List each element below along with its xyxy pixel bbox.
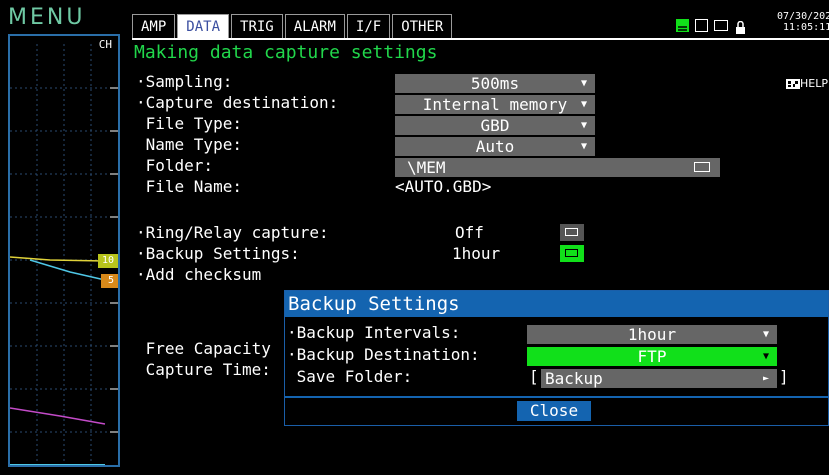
name-type-select[interactable]: Auto ▼ xyxy=(395,137,595,156)
help-label: HELP xyxy=(800,77,828,90)
add-checksum-label: ·Add checksum xyxy=(136,265,262,284)
backup-destination-label: ·Backup Destination: xyxy=(287,345,480,364)
tab-alarm[interactable]: ALARM xyxy=(284,14,345,39)
date-label: 07/30/2024 xyxy=(777,11,829,22)
ring-relay-label: ·Ring/Relay capture: xyxy=(136,223,329,242)
capture-destination-value: Internal memory xyxy=(422,95,568,114)
file-type-select[interactable]: GBD ▼ xyxy=(395,116,595,135)
menu-button[interactable]: MENU xyxy=(8,4,118,32)
monitor-icon xyxy=(714,19,728,31)
backup-settings-value: 1hour xyxy=(452,244,501,263)
close-button[interactable]: Close xyxy=(517,401,591,421)
tab-data[interactable]: DATA xyxy=(177,14,230,39)
page-title: Making data capture settings xyxy=(134,42,438,63)
file-type-label: File Type: xyxy=(136,114,242,133)
save-folder-field[interactable]: Backup ► xyxy=(541,369,777,388)
save-folder-value: Backup xyxy=(545,369,603,388)
chevron-down-icon: ▼ xyxy=(580,99,587,110)
memory-card-icon xyxy=(695,18,708,32)
chevron-down-icon: ▼ xyxy=(580,141,587,152)
tab-other[interactable]: OTHER xyxy=(392,14,453,39)
channel-label: CH xyxy=(98,38,112,51)
free-capacity-label: Free Capacity xyxy=(136,339,271,358)
folder-value: \MEM xyxy=(407,158,446,177)
dialog-separator xyxy=(285,396,828,398)
chevron-down-icon: ▼ xyxy=(580,120,587,131)
device-screen: MENU CH 10 5 AMP DATA TRIG ALARM I/F OTH… xyxy=(0,0,829,475)
tab-amp[interactable]: AMP xyxy=(132,14,176,39)
date-time: 07/30/2024 11:05:11 xyxy=(777,11,829,33)
tab-bar: AMP DATA TRIG ALARM I/F OTHER xyxy=(132,14,454,40)
folder-label: Folder: xyxy=(136,156,214,175)
backup-settings-dialog: Backup Settings ·Backup Intervals: 1hour… xyxy=(284,290,829,426)
time-label: 11:05:11 xyxy=(783,22,829,33)
tab-trig[interactable]: TRIG xyxy=(231,14,283,39)
backup-settings-button[interactable] xyxy=(560,245,584,262)
screen: MENU CH 10 5 AMP DATA TRIG ALARM I/F OTH… xyxy=(0,0,829,475)
sampling-select[interactable]: 500ms ▼ xyxy=(395,74,595,93)
help-button[interactable]: HELP xyxy=(786,77,828,90)
name-type-label: Name Type: xyxy=(136,135,242,154)
name-type-value: Auto xyxy=(475,137,515,156)
marker-ch5: 5 xyxy=(101,274,118,288)
ring-relay-settings-button[interactable] xyxy=(560,224,584,241)
chevron-right-icon: ► xyxy=(762,373,769,384)
trace-ch-blue xyxy=(29,259,106,281)
dialog-title: Backup Settings xyxy=(285,291,828,317)
tab-underline xyxy=(132,38,829,40)
capture-destination-label: ·Capture destination: xyxy=(136,93,339,112)
bracket-left: [ xyxy=(529,367,539,386)
channel-trace-graph xyxy=(10,44,118,465)
backup-intervals-select[interactable]: 1hour ▼ xyxy=(527,325,777,344)
backup-settings-label: ·Backup Settings: xyxy=(136,244,300,263)
ring-relay-value: Off xyxy=(455,223,484,242)
tab-if[interactable]: I/F xyxy=(346,14,391,39)
chevron-down-icon: ▼ xyxy=(580,78,587,89)
backup-intervals-label: ·Backup Intervals: xyxy=(287,323,461,342)
file-name-label: File Name: xyxy=(136,177,242,196)
backup-destination-value: FTP xyxy=(637,347,667,366)
sampling-label: ·Sampling: xyxy=(136,72,233,91)
lock-icon xyxy=(734,19,747,34)
list-icon xyxy=(676,18,689,34)
save-folder-label: Save Folder: xyxy=(287,367,413,386)
sampling-value: 500ms xyxy=(470,74,520,93)
backup-intervals-value: 1hour xyxy=(627,325,677,344)
file-name-value: <AUTO.GBD> xyxy=(395,177,492,196)
channel-monitor-panel: CH 10 5 xyxy=(8,34,120,467)
marker-ch10: 10 xyxy=(98,254,118,268)
chevron-down-icon: ▼ xyxy=(762,351,769,362)
qr-icon xyxy=(786,79,800,89)
file-type-value: GBD xyxy=(480,116,510,135)
folder-browse-icon xyxy=(694,162,710,172)
backup-destination-select[interactable]: FTP ▼ xyxy=(527,347,777,366)
capture-destination-select[interactable]: Internal memory ▼ xyxy=(395,95,595,114)
bracket-right: ] xyxy=(779,367,789,386)
folder-field[interactable]: \MEM xyxy=(395,158,720,177)
capture-time-label: Capture Time: xyxy=(136,360,271,379)
status-icons xyxy=(676,14,747,36)
chevron-down-icon: ▼ xyxy=(762,329,769,340)
